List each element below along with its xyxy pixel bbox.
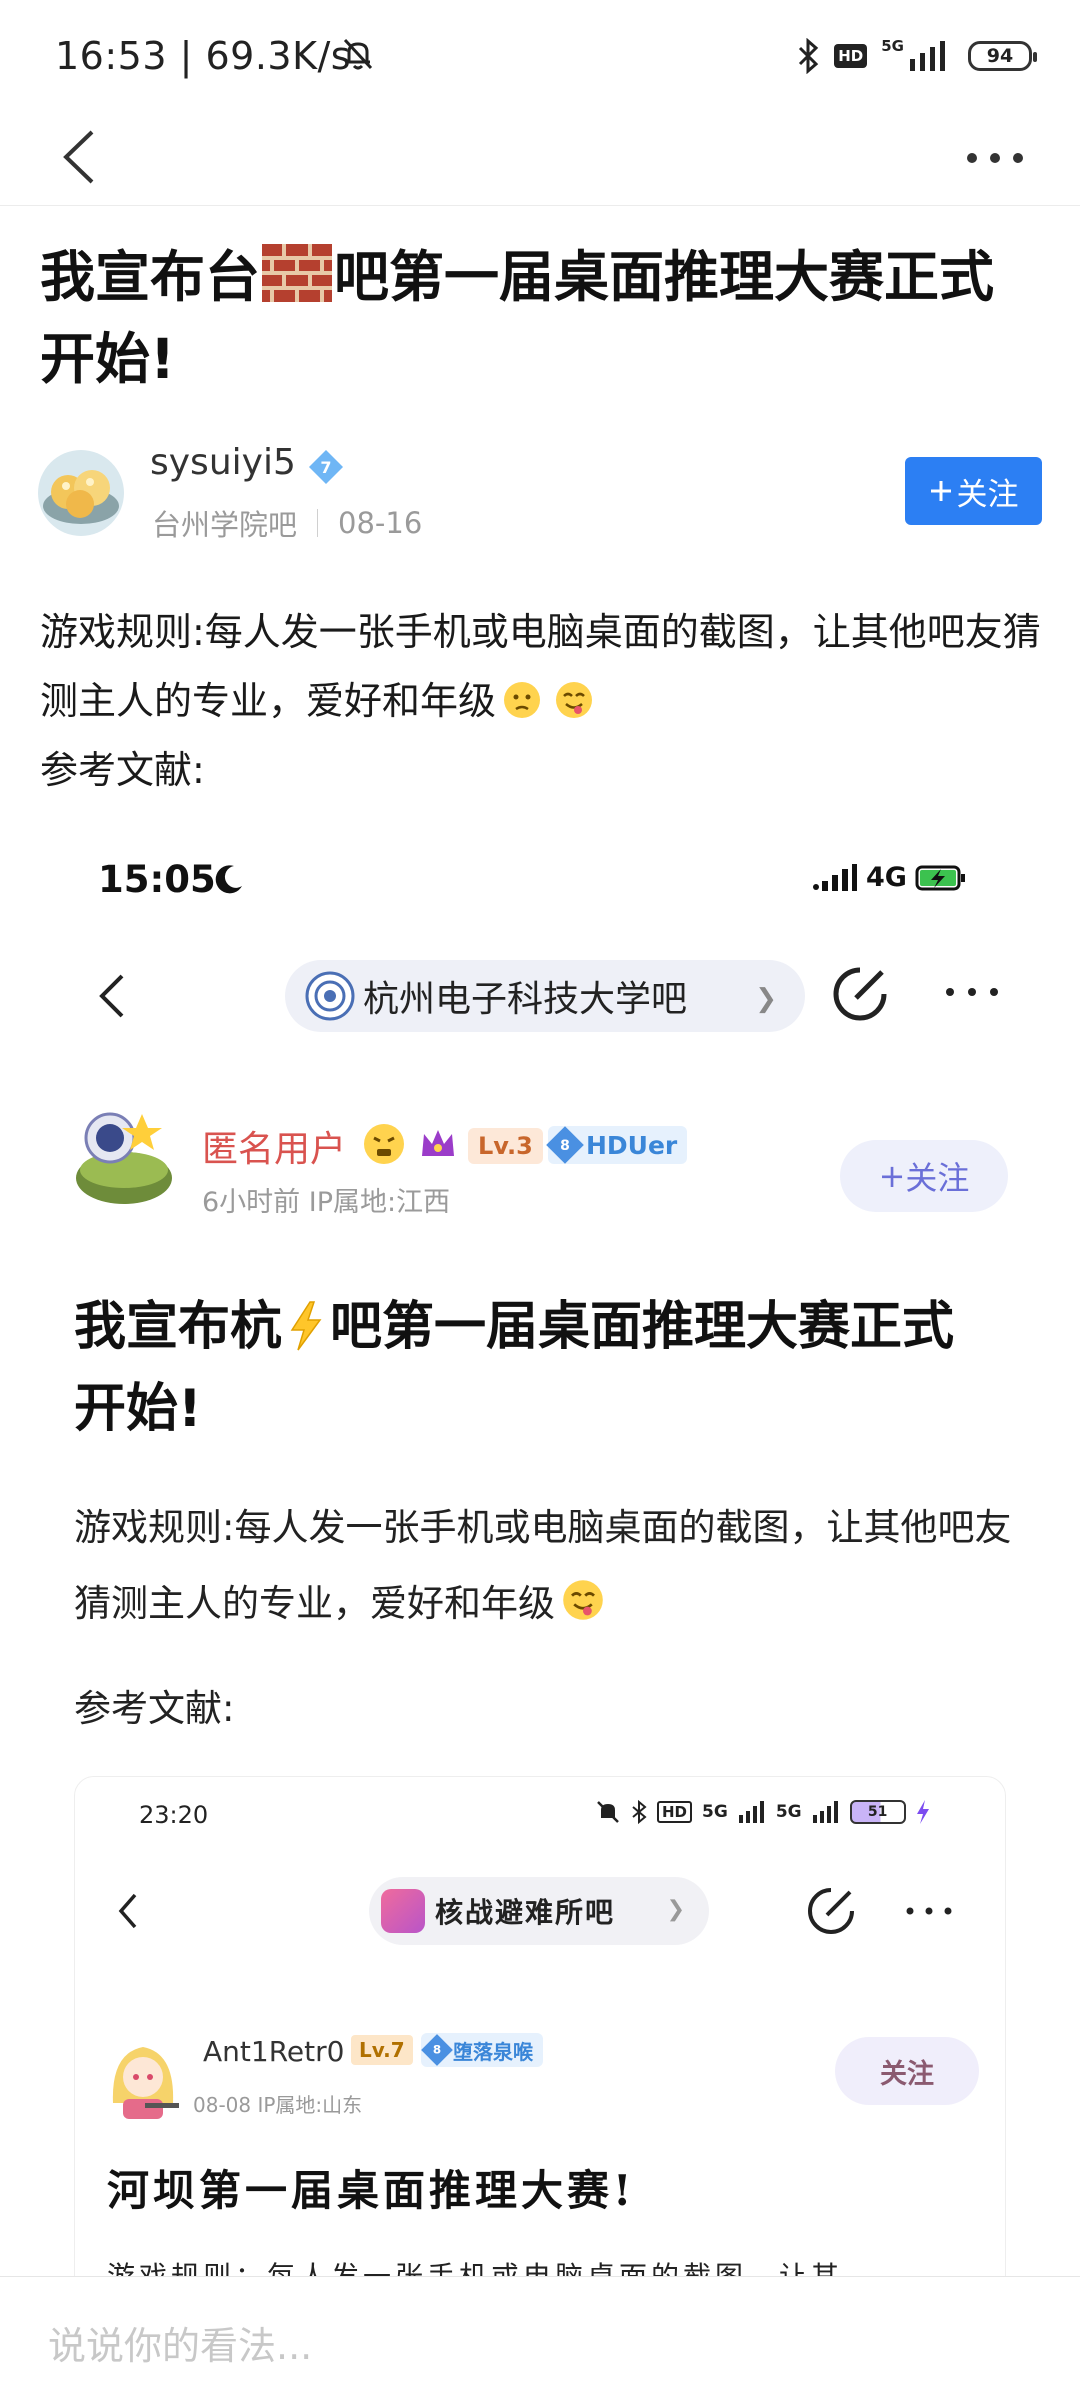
battery-indicator: 94: [968, 41, 1037, 71]
inner-forum-pill[interactable]: 核战避难所吧 ❯: [369, 1877, 709, 1945]
anime-avatar[interactable]: [103, 2033, 183, 2123]
inner-follow-button[interactable]: 关注: [835, 2037, 979, 2105]
edit-icon[interactable]: [830, 964, 890, 1024]
yum-face-emoji-icon: [563, 1580, 603, 1620]
inner-hd-badge: HD: [657, 1801, 693, 1823]
inner-forum-tag: 8 堕落泉喉: [421, 2033, 543, 2067]
author-avatar[interactable]: [38, 450, 124, 536]
anonymous-avatar[interactable]: [64, 1100, 184, 1208]
inner-meta: 08-08 IP属地:山东: [193, 2093, 363, 2117]
inner-net-2: 5G: [775, 1802, 802, 1822]
charging-bolt-icon: [916, 1800, 929, 1824]
comment-input[interactable]: 说说你的看法...: [48, 2315, 312, 2370]
inner-post-title: 河坝第一届桌面推理大赛!: [107, 2166, 636, 2215]
yum-face-emoji-icon: [556, 682, 593, 718]
inner-time: 23:20: [139, 1801, 209, 1829]
worried-face-emoji-icon: [504, 682, 541, 718]
university-logo-icon: [305, 971, 355, 1021]
mute-bell-icon: [343, 38, 373, 70]
author-meta: 台州学院吧 08-16: [152, 502, 422, 544]
inner-user-name[interactable]: Ant1Retr0: [203, 2035, 344, 2068]
hd-badge: HD: [834, 44, 868, 68]
embedded-screenshot[interactable]: 15:05 4G 杭州电子科技大学吧 ❯ 匿名用户 Lv.3 8 HDUer 6…: [40, 838, 1040, 2278]
shot-time: 15:05: [98, 858, 216, 901]
status-time-speed: 16:53 | 69.3K/s: [55, 34, 352, 78]
level-badge: Lv.3: [468, 1128, 543, 1164]
shot-post-title: 我宣布杭 吧第一届桌面推理大赛正式开始!: [74, 1297, 955, 1439]
shot-post-body: 游戏规则:每人发一张手机或电脑桌面的截图，让其他吧友猜测主人的专业，爱好和年级: [74, 1506, 1012, 1625]
steam-face-emoji-icon: [364, 1124, 404, 1164]
bluetooth-icon: [632, 1799, 647, 1825]
anonymous-user-name[interactable]: 匿名用户: [202, 1120, 346, 1172]
shot-network: 4G: [866, 862, 907, 893]
hduer-badge: 8 HDUer: [546, 1126, 688, 1164]
shot-follow-button[interactable]: + 关注: [840, 1140, 1008, 1212]
inner-post-body: 游戏规则：每人发一张手机或电脑桌面的截图，让其: [107, 2260, 844, 2278]
meta-divider: [317, 509, 319, 537]
plus-icon: [930, 481, 951, 501]
forum-pill[interactable]: 杭州电子科技大学吧 ❯: [285, 960, 805, 1032]
top-nav-bar: [0, 110, 1080, 206]
bluetooth-icon: [799, 38, 819, 74]
crown-icon: [422, 1130, 454, 1156]
chevron-right-icon: ❯: [755, 984, 777, 1014]
shot-meta: 6小时前 IP属地:江西: [202, 1187, 451, 1218]
brick-emoji-icon: [262, 244, 333, 302]
network-type: 5G: [881, 36, 904, 55]
moon-icon: [215, 865, 242, 894]
forum-name[interactable]: 台州学院吧: [152, 502, 297, 544]
post-date: 08-16: [338, 506, 423, 540]
forum-logo-icon: [381, 1889, 425, 1933]
battery-charging-icon: [915, 865, 965, 890]
post-body: 游戏规则:每人发一张手机或电脑桌面的截图，让其他吧友猜测主人的专业，爱好和年级 …: [40, 610, 1041, 792]
inner-battery: 51: [849, 1800, 906, 1824]
signal-icon: [812, 1801, 838, 1823]
back-icon[interactable]: [92, 966, 132, 1026]
back-icon[interactable]: [52, 122, 112, 192]
inner-level-badge: Lv.7: [351, 2035, 413, 2065]
more-icon[interactable]: [960, 130, 1030, 186]
status-bar: 16:53 | 69.3K/s HD 5G 94: [0, 0, 1080, 110]
back-icon[interactable]: [113, 1887, 143, 1935]
level-badge-icon: 7: [309, 450, 343, 484]
comment-bar: 说说你的看法...: [0, 2276, 1080, 2400]
signal-icon: [738, 1801, 764, 1823]
nested-screenshot[interactable]: 23:20 HD 5G 5G 51 核战避难所吧 ❯ Ant1Retr0 Lv.…: [74, 1776, 1006, 2278]
more-icon[interactable]: [942, 982, 1002, 1002]
follow-button[interactable]: 关注: [905, 457, 1042, 525]
author-name[interactable]: sysuiyi5: [150, 442, 296, 483]
chevron-right-icon: ❯: [666, 1897, 687, 1922]
inner-status-right: HD 5G 5G 51: [595, 1799, 930, 1825]
signal-icon: [813, 863, 857, 891]
shot-status-right: 4G: [812, 862, 967, 893]
post-title: 我宣布台 吧第一届桌面推理大赛正式开始!: [40, 244, 995, 391]
lightning-emoji-icon: [290, 1301, 322, 1351]
signal-icon: [910, 41, 945, 71]
more-icon[interactable]: [903, 1903, 955, 1919]
mute-bell-icon: [597, 1801, 619, 1823]
edit-icon[interactable]: [805, 1885, 857, 1937]
svg-text:7: 7: [320, 458, 331, 477]
shot-reference-label: 参考文献:: [74, 1687, 235, 1730]
inner-net-1: 5G: [702, 1802, 728, 1822]
